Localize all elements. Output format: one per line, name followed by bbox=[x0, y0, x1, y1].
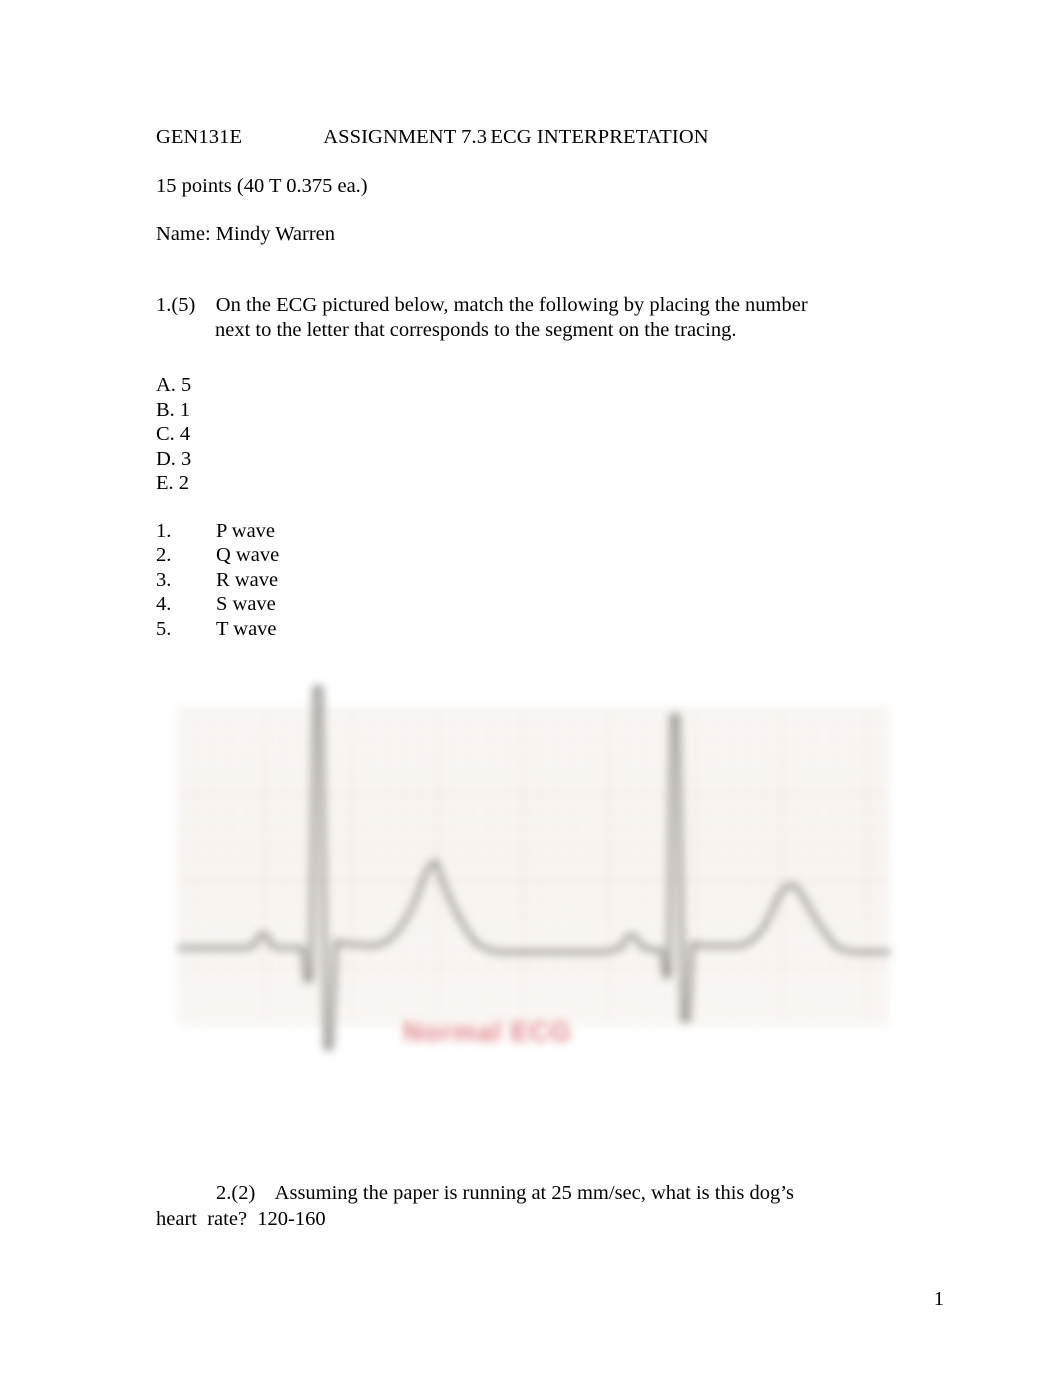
list-item-wave-5: 5. T wave bbox=[156, 617, 926, 642]
list-item-letter-b: B. 1 bbox=[156, 398, 191, 421]
wave-label-5: T wave bbox=[216, 617, 277, 640]
wave-label-2: Q wave bbox=[216, 544, 280, 566]
student-name-line: Name: Mindy Warren bbox=[156, 223, 336, 245]
question-2-line-2: heart rate? 120-160 bbox=[156, 1208, 326, 1230]
list-item-wave-3: 3. R wave bbox=[156, 568, 926, 593]
wave-number-2: 2. bbox=[156, 544, 172, 566]
list-item-wave-1: 1. P wave bbox=[156, 519, 926, 544]
wave-label-4: S wave bbox=[216, 593, 276, 615]
list-item-letter-d: D. 3 bbox=[156, 447, 192, 470]
question-1-prompt-text-1: On the ECG pictured below, match the fol… bbox=[215, 294, 808, 316]
document-body: GEN131E ASSIGNMENT 7.3 ECG INTERPRETATIO… bbox=[156, 124, 926, 641]
list-item-letter-a: A. 5 bbox=[156, 374, 192, 396]
wave-number-5: 5. bbox=[156, 617, 172, 640]
question-1: 1.(5) On the ECG pictured below, match t… bbox=[156, 293, 926, 342]
document-page: GEN131E ASSIGNMENT 7.3 ECG INTERPRETATIO… bbox=[0, 0, 1062, 1377]
ecg-figure-blur-layer: Normal ECG bbox=[175, 680, 893, 1070]
question-2-spacer bbox=[255, 1182, 274, 1204]
wave-label-3: R wave bbox=[216, 568, 279, 591]
question-2-line-1: 2.(2) Assuming the paper is running at 2… bbox=[156, 1180, 946, 1206]
list-item-wave-4: 4. S wave bbox=[156, 592, 926, 617]
wave-option-list: 1. P wave 2. Q wave 3. R wave 4. S wave 5. T … bbox=[156, 519, 926, 642]
list-item-letter-e: E. 2 bbox=[156, 472, 190, 494]
list-item-wave-2: 2. Q wave bbox=[156, 543, 926, 568]
assignment-header-line: GEN131E ASSIGNMENT 7.3 ECG INTERPRETATIO… bbox=[156, 126, 709, 148]
question-2: 2.(2) Assuming the paper is running at 2… bbox=[156, 1180, 946, 1232]
wave-label-1: P wave bbox=[216, 519, 276, 542]
points-line: 15 points (40 T 0.375 ea.) bbox=[156, 175, 368, 197]
question-1-number: 1.(5) bbox=[156, 294, 196, 316]
ecg-caption: Normal ECG bbox=[403, 1017, 573, 1047]
question-2-number: 2.(2) bbox=[216, 1182, 256, 1204]
question-1-prompt-text-2: next to the letter that corresponds to t… bbox=[215, 318, 737, 341]
page-number: 1 bbox=[933, 1288, 944, 1310]
wave-number-4: 4. bbox=[156, 593, 172, 615]
ecg-trace bbox=[176, 685, 892, 1051]
wave-number-3: 3. bbox=[156, 568, 172, 591]
list-item-letter-c: C. 4 bbox=[156, 423, 191, 445]
question-1-prompt-line-1 bbox=[195, 294, 216, 316]
letter-answer-list: A. 5 B. 1 C. 4 D. 3 E. 2 bbox=[156, 373, 926, 496]
wave-number-1: 1. bbox=[156, 519, 172, 542]
question-2-prompt-text: Assuming the paper is running at 25 mm/s… bbox=[274, 1182, 794, 1204]
ecg-figure: Normal ECG bbox=[175, 680, 893, 1070]
